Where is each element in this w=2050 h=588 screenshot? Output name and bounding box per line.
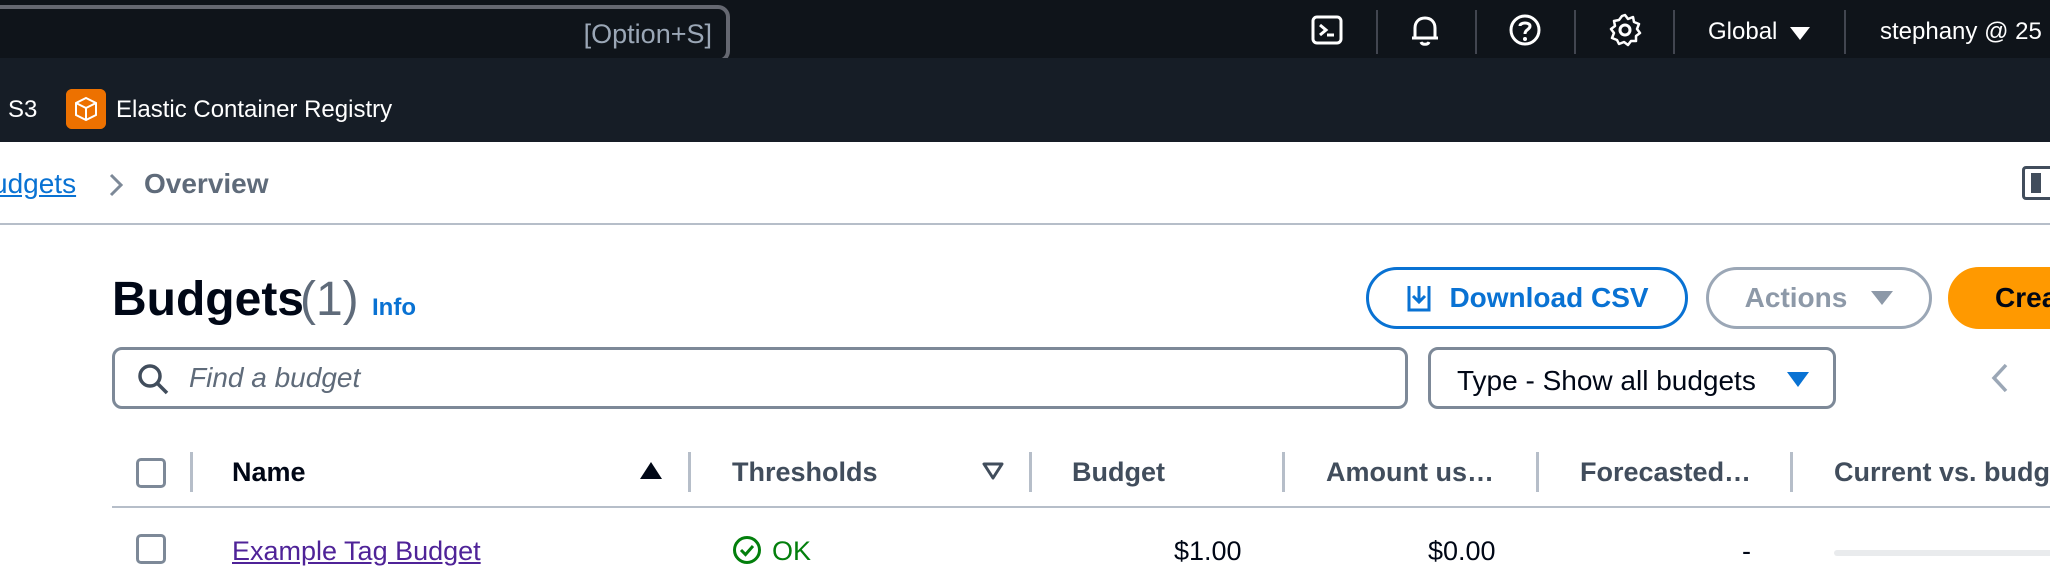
split-panel-icon[interactable] bbox=[2022, 166, 2050, 200]
favorite-s3[interactable]: S3 bbox=[8, 96, 37, 124]
column-budget[interactable]: Budget bbox=[1072, 457, 1165, 488]
create-budget-button[interactable]: Crea bbox=[1948, 267, 2050, 329]
find-budget-input[interactable] bbox=[112, 347, 1408, 409]
type-filter-label: Type - Show all budgets bbox=[1457, 365, 1756, 396]
region-selector[interactable]: Global bbox=[1708, 18, 1777, 46]
download-csv-button[interactable]: Download CSV bbox=[1366, 267, 1688, 329]
column-divider[interactable] bbox=[1536, 452, 1539, 492]
info-link[interactable]: Info bbox=[372, 294, 416, 322]
nav-divider bbox=[1574, 10, 1576, 54]
bell-icon[interactable] bbox=[1408, 13, 1442, 47]
column-forecasted[interactable]: Forecasted… bbox=[1580, 457, 1751, 488]
gear-icon[interactable] bbox=[1608, 13, 1642, 47]
sort-descending-icon[interactable] bbox=[982, 462, 1004, 480]
column-current-vs-budget[interactable]: Current vs. budg bbox=[1834, 457, 2050, 488]
global-search[interactable]: [Option+S] bbox=[0, 5, 730, 63]
column-divider bbox=[190, 452, 193, 492]
account-menu[interactable]: stephany @ 25 bbox=[1880, 18, 2042, 46]
column-divider[interactable] bbox=[688, 452, 691, 492]
create-label: Crea bbox=[1995, 282, 2050, 313]
nav-divider bbox=[1376, 10, 1378, 54]
table-header: Name Thresholds Budget Amount us… Foreca… bbox=[112, 440, 2050, 508]
actions-button[interactable]: Actions bbox=[1706, 267, 1932, 329]
help-icon[interactable] bbox=[1508, 13, 1542, 47]
budget-name-link[interactable]: Example Tag Budget bbox=[232, 536, 481, 567]
budget-amount: $1.00 bbox=[1174, 536, 1242, 566]
nav-divider bbox=[1844, 10, 1846, 54]
column-divider[interactable] bbox=[1029, 452, 1032, 492]
nav-divider bbox=[1673, 10, 1675, 54]
check-circle-icon bbox=[733, 536, 761, 564]
caret-down-icon[interactable] bbox=[1790, 27, 1810, 40]
top-navigation: [Option+S] Global stephany @ 25 bbox=[0, 0, 2050, 63]
search-icon bbox=[138, 364, 169, 395]
select-all-checkbox[interactable] bbox=[136, 458, 166, 488]
column-divider[interactable] bbox=[1282, 452, 1285, 492]
cloudshell-icon[interactable] bbox=[1310, 13, 1344, 47]
budget-count: (1) bbox=[300, 273, 359, 326]
amount-used: $0.00 bbox=[1428, 536, 1496, 566]
favorites-bar: S3 Elastic Container Registry bbox=[0, 58, 2050, 142]
caret-down-icon bbox=[1871, 291, 1894, 305]
caret-down-icon bbox=[1787, 372, 1809, 387]
type-filter-select[interactable]: Type - Show all budgets bbox=[1428, 347, 1836, 409]
breadcrumb: udgets Overview bbox=[0, 142, 2050, 225]
actions-label: Actions bbox=[1744, 282, 1848, 313]
page-title: Budgets bbox=[112, 273, 304, 326]
download-csv-label: Download CSV bbox=[1449, 282, 1649, 313]
current-vs-budget-bar bbox=[1834, 550, 2050, 556]
column-name[interactable]: Name bbox=[232, 457, 306, 488]
forecasted-amount: - bbox=[1742, 536, 1751, 566]
download-icon bbox=[1407, 286, 1431, 312]
search-shortcut-hint: [Option+S] bbox=[583, 19, 712, 49]
threshold-status: OK bbox=[772, 536, 812, 566]
row-checkbox[interactable] bbox=[136, 534, 166, 564]
chevron-right-icon bbox=[109, 173, 124, 197]
favorite-ecr[interactable]: Elastic Container Registry bbox=[116, 96, 392, 124]
column-thresholds[interactable]: Thresholds bbox=[732, 457, 878, 488]
column-divider[interactable] bbox=[1790, 452, 1793, 492]
column-amount-used[interactable]: Amount us… bbox=[1326, 457, 1494, 488]
breadcrumb-current: Overview bbox=[144, 168, 269, 199]
nav-divider bbox=[1475, 10, 1477, 54]
breadcrumb-budgets-link[interactable]: udgets bbox=[0, 168, 76, 200]
sort-ascending-icon[interactable] bbox=[640, 462, 662, 479]
ecr-icon bbox=[66, 89, 106, 129]
chevron-left-icon[interactable] bbox=[1990, 362, 2010, 394]
